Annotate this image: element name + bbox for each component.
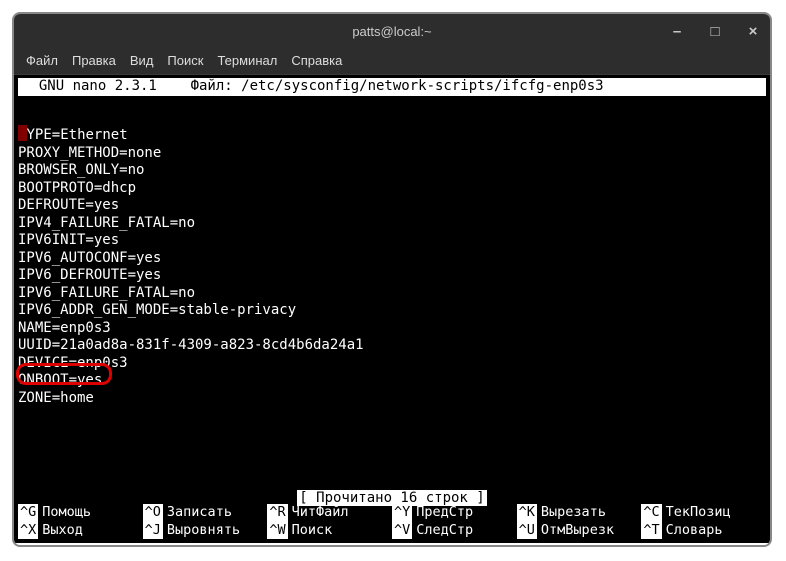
shortcut-justify: ^JВыровнять (143, 522, 268, 540)
line-7: IPV6INIT=yes (18, 232, 119, 248)
file-content: YPE=Ethernet PROXY_METHOD=none BROWSER_O… (18, 106, 766, 443)
menu-view[interactable]: Вид (130, 53, 154, 68)
window-controls: – □ × (668, 14, 762, 48)
line-5: DEFROUTE=yes (18, 197, 119, 213)
line-13: UUID=21a0ad8a-831f-4309-a823-8cd4b6da24a… (18, 337, 364, 353)
line-12: NAME=enp0s3 (18, 320, 111, 336)
shortcut-uncut: ^UОтмВырезк (517, 522, 642, 540)
maximize-button[interactable]: □ (706, 23, 724, 40)
menu-terminal[interactable]: Терминал (217, 53, 277, 68)
shortcut-spell: ^TСловарь (641, 522, 766, 540)
terminal-area[interactable]: GNU nano 2.3.1 Файл: /etc/sysconfig/netw… (14, 75, 770, 543)
shortcut-help: ^GПомощь (18, 504, 143, 522)
cursor (18, 125, 27, 141)
line-6: IPV4_FAILURE_FATAL=no (18, 215, 195, 231)
line-3: BROWSER_ONLY=no (18, 162, 144, 178)
line-1-tail: YPE=Ethernet (27, 127, 128, 143)
line-9: IPV6_DEFROUTE=yes (18, 267, 161, 283)
line-8: IPV6_AUTOCONF=yes (18, 250, 161, 266)
shortcut-exit: ^XВыход (18, 522, 143, 540)
line-10: IPV6_FAILURE_FATAL=no (18, 285, 195, 301)
line-11: IPV6_ADDR_GEN_MODE=stable-privacy (18, 302, 296, 318)
menu-search[interactable]: Поиск (167, 53, 203, 68)
shortcut-writeout: ^OЗаписать (143, 504, 268, 522)
line-14: DEVICE=enp0s3 (18, 355, 128, 371)
shortcut-cut: ^KВырезать (517, 504, 642, 522)
line-2: PROXY_METHOD=none (18, 145, 161, 161)
menu-help[interactable]: Справка (291, 53, 342, 68)
shortcut-curpos: ^CТекПозиц (641, 504, 766, 522)
line-4: BOOTPROTO=dhcp (18, 180, 136, 196)
terminal-window: patts@local:~ – □ × Файл Правка Вид Поис… (12, 12, 772, 547)
close-button[interactable]: × (744, 23, 762, 40)
menu-file[interactable]: Файл (26, 53, 58, 68)
line-15: ONBOOT=yes (18, 372, 102, 388)
shortcut-search: ^WПоиск (267, 522, 392, 540)
minimize-button[interactable]: – (668, 23, 686, 40)
nano-header: GNU nano 2.3.1 Файл: /etc/sysconfig/netw… (18, 78, 766, 96)
shortcut-readfile: ^RЧитФайл (267, 504, 392, 522)
window-title: patts@local:~ (352, 24, 431, 39)
line-16: ZONE=home (18, 390, 94, 406)
menu-edit[interactable]: Правка (72, 53, 116, 68)
shortcut-nextpage: ^VСледСтр (392, 522, 517, 540)
shortcut-prevpage: ^YПредСтр (392, 504, 517, 522)
menubar: Файл Правка Вид Поиск Терминал Справка (14, 48, 770, 75)
nano-shortcuts: ^GПомощь ^OЗаписать ^RЧитФайл ^YПредСтр … (18, 504, 766, 539)
titlebar: patts@local:~ – □ × (14, 14, 770, 48)
